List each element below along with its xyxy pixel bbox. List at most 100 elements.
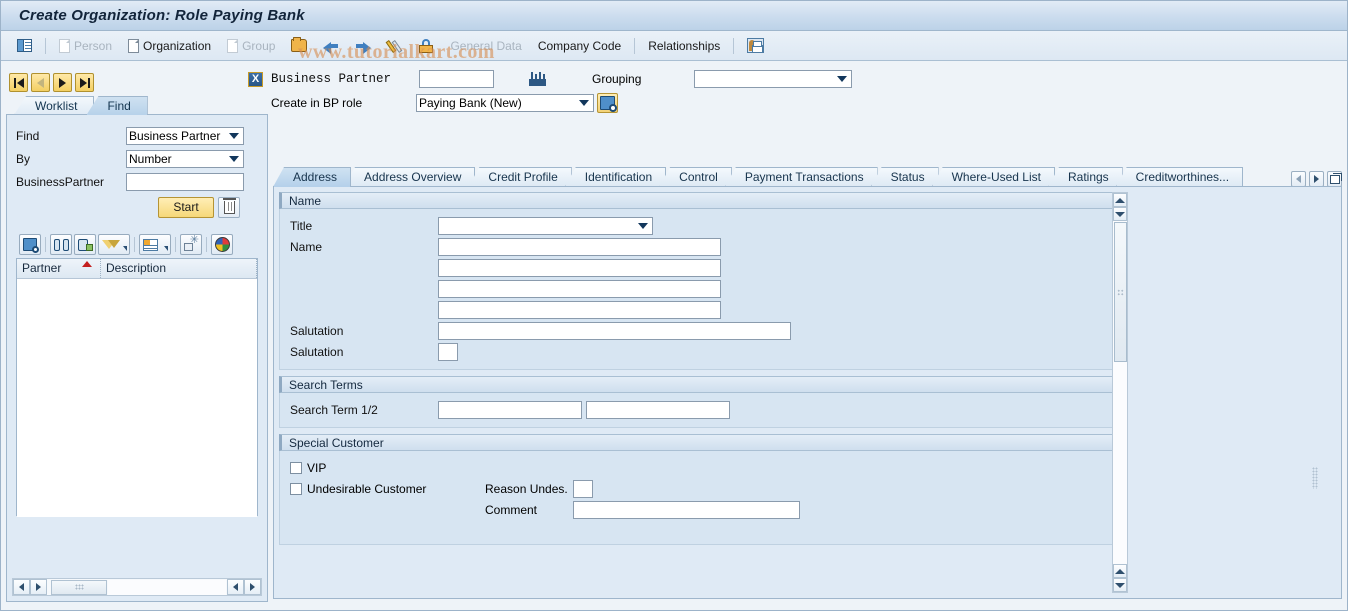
toolbar-relationship-bp-button[interactable] <box>739 33 772 59</box>
column-header-description[interactable]: Description <box>101 259 257 278</box>
factory-icon[interactable] <box>529 72 546 86</box>
tab-status[interactable]: Status <box>870 167 939 187</box>
bp-role-search-button[interactable] <box>597 93 618 113</box>
alv-layout-button[interactable] <box>139 234 171 255</box>
scrollbar-track[interactable] <box>1113 362 1127 564</box>
tab-identification-label: Identification <box>584 170 653 184</box>
toolbar-group-button[interactable]: Group <box>219 33 283 59</box>
chevron-down-icon[interactable] <box>164 246 168 251</box>
tab-previous-button[interactable] <box>1291 171 1306 187</box>
sort-ascending-icon <box>82 261 92 267</box>
find-object-select[interactable]: Business Partner <box>126 127 244 145</box>
search-term-2-input[interactable] <box>586 400 730 419</box>
create-in-bp-role-label: Create in BP role <box>271 96 363 110</box>
scrollbar-thumb[interactable] <box>1113 222 1127 362</box>
alv-detail-button[interactable] <box>19 234 41 255</box>
form-vertical-scrollbar[interactable] <box>1112 192 1128 593</box>
toolbar-organization-button[interactable]: Organization <box>120 33 219 59</box>
scroll-down-button[interactable] <box>1113 207 1127 221</box>
tab-next-button[interactable] <box>1309 171 1324 187</box>
name-row-2 <box>280 257 1113 278</box>
start-button[interactable]: Start <box>158 197 214 218</box>
binoculars-next-icon <box>77 238 93 251</box>
alv-find-next-button[interactable] <box>74 234 96 255</box>
scroll-left-button[interactable] <box>13 579 30 595</box>
nav-last-button[interactable] <box>75 73 94 92</box>
toolbar-open-folder-button[interactable] <box>283 33 315 59</box>
tab-control[interactable]: Control <box>659 167 732 187</box>
search-term-1-input[interactable] <box>438 400 582 419</box>
title-select[interactable] <box>438 216 653 235</box>
name-input-2[interactable] <box>438 258 721 277</box>
toolbar-forward-button[interactable] <box>347 33 379 59</box>
scroll-page-left-button[interactable] <box>227 579 244 595</box>
scroll-page-down-button[interactable] <box>1113 578 1127 592</box>
left-tab-find[interactable]: Find <box>86 96 148 115</box>
delete-button[interactable] <box>218 197 240 218</box>
chevron-down-icon <box>229 133 239 139</box>
business-partner-input[interactable] <box>419 70 494 88</box>
name-input-4[interactable] <box>438 300 721 319</box>
toolbar-company-code-label: Company Code <box>537 38 622 53</box>
toolbar-display-button[interactable] <box>411 33 442 59</box>
column-header-description-label: Description <box>106 261 167 275</box>
column-header-partner[interactable]: Partner <box>17 259 101 278</box>
salutation-input[interactable] <box>438 321 791 340</box>
tab-creditworthiness[interactable]: Creditworthines... <box>1115 167 1244 187</box>
tab-address-overview[interactable]: Address Overview <box>344 167 476 187</box>
alv-color-settings-button[interactable] <box>211 234 233 255</box>
scroll-right-button[interactable] <box>30 579 47 595</box>
worklist-horizontal-scrollbar[interactable] <box>12 578 262 596</box>
splitter-grip[interactable] <box>1312 467 1318 489</box>
alv-find-button[interactable] <box>50 234 72 255</box>
nav-next-button[interactable] <box>53 73 72 92</box>
scrollbar-track[interactable] <box>108 579 226 595</box>
alv-select-layout-button[interactable] <box>180 234 202 255</box>
toolbar-general-data-button[interactable]: General Data <box>442 33 529 59</box>
name-input-3[interactable] <box>438 279 721 298</box>
create-in-bp-role-select[interactable]: Paying Bank (New) <box>416 94 594 112</box>
undesirable-customer-checkbox[interactable] <box>290 482 302 495</box>
toolbar-back-button[interactable] <box>315 33 347 59</box>
tab-ratings[interactable]: Ratings <box>1047 167 1123 187</box>
reason-undesirable-input[interactable] <box>573 479 593 498</box>
scroll-page-right-button[interactable] <box>244 579 261 595</box>
toolbar-change-button[interactable] <box>379 33 411 59</box>
business-partner-search-input[interactable] <box>126 173 244 191</box>
toolbar-worklist-toggle[interactable] <box>9 33 40 59</box>
tab-where-used-list[interactable]: Where-Used List <box>931 167 1055 187</box>
business-partner-field-label: Business Partner <box>271 72 392 86</box>
scroll-up-button[interactable] <box>1113 193 1127 207</box>
name-input-1[interactable] <box>438 237 721 256</box>
left-tab-worklist[interactable]: Worklist <box>14 96 95 115</box>
alv-separator <box>175 237 176 252</box>
tab-identification[interactable]: Identification <box>564 167 667 187</box>
find-by-select[interactable]: Number <box>126 150 244 168</box>
chevron-down-icon[interactable] <box>123 246 127 251</box>
tab-payment-transactions[interactable]: Payment Transactions <box>724 167 878 187</box>
toolbar-separator <box>634 37 636 54</box>
tab-overview-icon <box>1329 172 1342 184</box>
tab-overview-button[interactable] <box>1327 171 1342 187</box>
grouping-select[interactable] <box>694 70 852 88</box>
scrollbar-thumb[interactable] <box>51 579 107 595</box>
main-body: Worklist Find Find Business Partner By N… <box>1 62 1347 610</box>
name-label: Name <box>290 239 323 254</box>
salutation-key-input[interactable] <box>438 342 458 361</box>
comment-input[interactable] <box>573 500 800 519</box>
toolbar-company-code-button[interactable]: Company Code <box>530 33 629 59</box>
toolbar-relationships-button[interactable]: Relationships <box>640 33 728 59</box>
nav-previous-button[interactable] <box>31 73 50 92</box>
alv-filter-button[interactable] <box>98 234 130 255</box>
page-title: Create Organization: Role Paying Bank <box>19 7 305 24</box>
address-tabstrip: Address Address Overview Credit Profile … <box>273 166 1342 187</box>
toolbar-person-button[interactable]: Person <box>51 33 120 59</box>
vip-checkbox[interactable] <box>290 461 302 474</box>
tab-credit-profile[interactable]: Credit Profile <box>468 167 572 187</box>
scroll-page-up-button[interactable] <box>1113 564 1127 578</box>
tab-address[interactable]: Address <box>273 167 352 187</box>
create-in-bp-role-row: Create in BP role Paying Bank (New) <box>248 92 1347 114</box>
nav-first-button[interactable] <box>9 73 28 92</box>
close-icon[interactable]: X <box>248 71 263 87</box>
chevron-down-icon <box>638 222 648 229</box>
